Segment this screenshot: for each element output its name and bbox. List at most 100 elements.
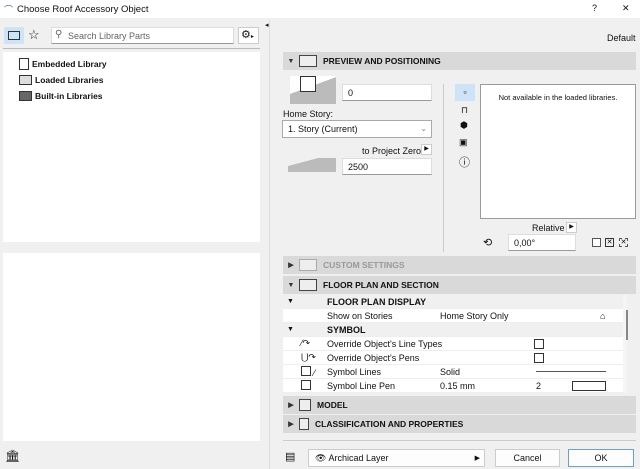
group-label: SYMBOL bbox=[327, 324, 366, 335]
layer-icon: ▤ bbox=[285, 451, 296, 463]
override-line-types-checkbox[interactable] bbox=[534, 338, 544, 349]
angle-input[interactable]: 0,00° bbox=[508, 234, 576, 251]
section-header-classification[interactable]: ▶ CLASSIFICATION AND PROPERTIES bbox=[283, 415, 636, 433]
table-row[interactable]: ⁄↷ Override Object's Line Types bbox=[283, 337, 623, 351]
pen-number: 2 bbox=[536, 380, 542, 391]
divider bbox=[443, 84, 444, 252]
override-pens-checkbox[interactable] bbox=[534, 352, 544, 363]
table-row[interactable]: ⋃↷ Override Object's Pens bbox=[283, 351, 623, 365]
view-side-icon[interactable]: ⊓ bbox=[461, 105, 468, 116]
tree-label: Loaded Libraries bbox=[35, 75, 104, 85]
row-value: Solid bbox=[440, 366, 461, 377]
search-input[interactable]: ⚲ Search Library Parts bbox=[51, 27, 234, 44]
settings-gear-button[interactable]: ⚙▸ bbox=[238, 27, 259, 44]
group-floor-plan-display[interactable]: ▼ FLOOR PLAN DISPLAY bbox=[283, 295, 623, 309]
layer-value: Archicad Layer bbox=[328, 453, 389, 463]
mirror-checkbox[interactable] bbox=[592, 238, 601, 247]
mirror-y-icon[interactable]: ✕ bbox=[619, 238, 628, 247]
section-title: FLOOR PLAN AND SECTION bbox=[323, 280, 439, 290]
default-label: Default bbox=[607, 33, 636, 43]
close-button[interactable]: ✕ bbox=[622, 3, 630, 14]
row-value: Home Story Only bbox=[440, 310, 509, 321]
chevron-down-icon: ⌄ bbox=[420, 124, 427, 133]
tree-label: Embedded Library bbox=[32, 59, 107, 69]
divider bbox=[283, 440, 636, 441]
view-section-icon[interactable]: ▣ bbox=[459, 137, 468, 148]
custom-settings-icon bbox=[299, 259, 317, 271]
row-label: Symbol Line Pen bbox=[327, 380, 396, 391]
library-icon bbox=[19, 58, 29, 70]
row-label: Override Object's Pens bbox=[327, 352, 420, 363]
classification-icon bbox=[299, 418, 309, 430]
select-value: 1. Story (Current) bbox=[288, 124, 358, 134]
section-title: MODEL bbox=[317, 400, 348, 410]
symbol-lines-checkbox[interactable] bbox=[301, 365, 311, 376]
rotation-icon: ⟲ bbox=[483, 237, 493, 249]
title-bar: ⌒ Choose Roof Accessory Object ? ✕ bbox=[0, 0, 640, 18]
home-story-label: Home Story: bbox=[283, 109, 334, 119]
line-type-preview bbox=[536, 371, 606, 372]
row-value: 0.15 mm bbox=[440, 380, 476, 391]
section-title: PREVIEW AND POSITIONING bbox=[323, 56, 441, 66]
divider bbox=[3, 48, 260, 49]
group-symbol[interactable]: ▼ SYMBOL bbox=[283, 323, 623, 337]
search-placeholder: Search Library Parts bbox=[68, 31, 151, 41]
view-3d-cube-icon[interactable]: ⬢ bbox=[460, 120, 468, 131]
collapse-left-arrow-icon[interactable]: ◂ bbox=[265, 21, 269, 29]
table-scrollbar[interactable] bbox=[626, 310, 628, 340]
view-2d-button[interactable]: ▫ bbox=[455, 84, 475, 101]
section-title: CLASSIFICATION AND PROPERTIES bbox=[315, 419, 464, 429]
expand-triangle-icon: ▼ bbox=[287, 298, 294, 305]
pen-color-swatch[interactable] bbox=[572, 380, 606, 391]
help-button[interactable]: ? bbox=[592, 3, 597, 13]
section-header-floor-plan[interactable]: ▼ FLOOR PLAN AND SECTION bbox=[283, 276, 636, 294]
window-title: Choose Roof Accessory Object bbox=[17, 4, 149, 15]
tree-item-embedded-library[interactable]: Embedded Library bbox=[19, 56, 260, 72]
line-type-override-icon: ⁄↷ bbox=[301, 338, 311, 348]
section-header-custom-settings[interactable]: ▶ CUSTOM SETTINGS bbox=[283, 256, 636, 274]
pen-override-icon: ⋃↷ bbox=[301, 352, 316, 362]
section-header-model[interactable]: ▶ MODEL bbox=[283, 396, 636, 414]
expand-triangle-icon: ▼ bbox=[287, 326, 294, 333]
gear-icon: ⚙ bbox=[241, 29, 251, 41]
square-icon: ▫ bbox=[463, 87, 467, 97]
model-cube-icon bbox=[299, 399, 311, 411]
row-label: Show on Stories bbox=[327, 310, 393, 321]
project-zero-input[interactable]: 2500 bbox=[342, 158, 432, 175]
reference-menu-button[interactable]: ▶ bbox=[421, 144, 432, 155]
section-title: CUSTOM SETTINGS bbox=[323, 260, 405, 270]
library-parts-list bbox=[3, 253, 260, 441]
expand-triangle-icon: ▼ bbox=[287, 57, 295, 65]
tree-item-loaded-libraries[interactable]: Loaded Libraries bbox=[19, 72, 260, 88]
table-row[interactable]: Show on Stories Home Story Only ⌂ bbox=[283, 309, 623, 323]
folder-view-button[interactable] bbox=[4, 27, 24, 44]
collapsed-triangle-icon: ▶ bbox=[288, 421, 294, 428]
search-icon: ⚲ bbox=[55, 29, 63, 40]
relative-menu-button[interactable]: ▶ bbox=[566, 222, 577, 233]
not-available-message: Not available in the loaded libraries. bbox=[498, 93, 618, 102]
row-label: Symbol Lines bbox=[327, 366, 382, 377]
library-tree: Embedded Library Loaded Libraries Built-… bbox=[3, 52, 260, 242]
ok-button[interactable]: OK bbox=[568, 449, 634, 467]
table-row[interactable]: ⁄ Symbol Lines Solid bbox=[283, 365, 623, 379]
folder-icon bbox=[19, 75, 32, 85]
folder-icon bbox=[8, 31, 20, 40]
info-icon[interactable]: ⓘ bbox=[459, 154, 470, 170]
tree-label: Built-in Libraries bbox=[35, 91, 103, 101]
to-project-zero-label: to Project Zero bbox=[362, 146, 422, 156]
table-row[interactable]: Symbol Line Pen 0.15 mm 2 bbox=[283, 379, 623, 393]
home-story-select[interactable]: 1. Story (Current) ⌄ bbox=[282, 120, 432, 138]
splitter[interactable] bbox=[269, 20, 270, 469]
favorites-star-icon[interactable]: ☆ bbox=[28, 27, 40, 43]
collapsed-triangle-icon: ▶ bbox=[288, 402, 294, 409]
section-header-preview[interactable]: ▼ PREVIEW AND POSITIONING bbox=[283, 52, 636, 70]
expand-triangle-icon: ▼ bbox=[287, 281, 295, 289]
mirror-x-icon[interactable]: ✕ bbox=[605, 238, 614, 247]
library-manager-icon[interactable]: 🏛 bbox=[5, 449, 20, 463]
elevation-input[interactable]: 0 bbox=[342, 84, 432, 101]
settings-table: ▼ FLOOR PLAN DISPLAY Show on Stories Home … bbox=[283, 295, 627, 393]
tree-item-built-in-libraries[interactable]: Built-in Libraries bbox=[19, 88, 260, 104]
layer-select[interactable]: 👁 Archicad Layer ▶ bbox=[308, 449, 485, 467]
symbol-line-pen-checkbox[interactable] bbox=[301, 379, 311, 390]
cancel-button[interactable]: Cancel bbox=[495, 449, 560, 467]
